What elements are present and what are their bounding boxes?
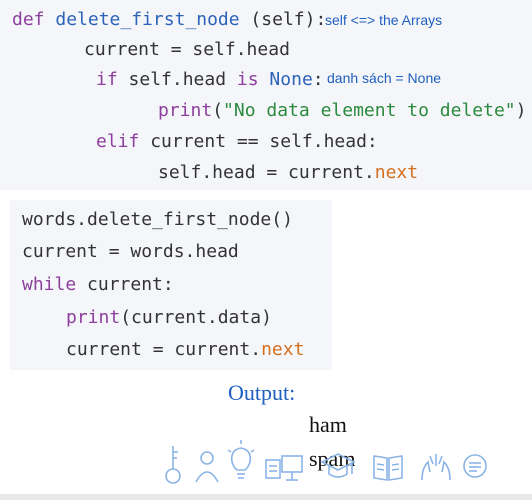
- code-line-call: words.delete_first_node(): [22, 209, 293, 230]
- person-icon: [195, 451, 219, 483]
- code-block-usage: words.delete_first_node() current = word…: [10, 200, 332, 370]
- chat-bubble-icon: [463, 454, 487, 478]
- keyword-is: is: [236, 69, 259, 90]
- code-text: self.head: [117, 69, 237, 90]
- code-text: (self):: [239, 9, 327, 30]
- builtin-print: print: [158, 100, 213, 121]
- code-text: (: [212, 100, 224, 121]
- keyword-if: if: [96, 69, 118, 90]
- string-literal: "No data element to delete": [223, 100, 516, 121]
- code-text: self.head = current.: [158, 162, 375, 183]
- output-line-ham: ham: [309, 412, 347, 437]
- code-text: current:: [76, 274, 174, 295]
- builtin-print: print: [66, 307, 121, 328]
- code-text: :: [312, 69, 324, 90]
- book-icon: [373, 455, 403, 481]
- keyword-elif: elif: [96, 131, 140, 152]
- attribute-next: next: [374, 162, 419, 183]
- hands-icon: [421, 454, 451, 481]
- key-icon: [165, 446, 181, 484]
- code-block-delete-method: def delete_first_node (self): self <=> t…: [0, 0, 532, 190]
- icon-strip: [150, 436, 490, 492]
- lightbulb-icon: [227, 440, 255, 479]
- code-line-current: current = self.head: [84, 39, 290, 60]
- code-text: current == self.head:: [139, 131, 378, 152]
- code-line-print: print(current.data): [66, 306, 272, 330]
- code-line-if: if self.head is None:: [96, 68, 324, 92]
- code-text: ): [515, 100, 527, 121]
- keyword-while: while: [22, 274, 77, 295]
- attribute-next: next: [261, 339, 305, 360]
- presentation-icon: [265, 455, 303, 481]
- code-text: (current.data): [120, 307, 272, 328]
- code-line-print: print("No data element to delete"): [158, 99, 526, 123]
- graduation-cap-icon: [320, 453, 356, 478]
- code-line-current: current = words.head: [22, 241, 239, 262]
- code-line-assign-head: self.head = current.next: [158, 161, 418, 185]
- bottom-divider: [0, 494, 532, 500]
- keyword-def: def: [12, 9, 45, 30]
- keyword-none: None: [258, 69, 313, 90]
- annotation-self: self <=> the Arrays: [325, 12, 443, 28]
- code-line-while: while current:: [22, 273, 174, 297]
- code-text: current = current.: [66, 339, 262, 360]
- annotation-none: danh sách = None: [327, 70, 442, 86]
- code-line-def: def delete_first_node (self):: [12, 8, 326, 32]
- code-line-elif: elif current == self.head:: [96, 130, 378, 154]
- code-line-advance: current = current.next: [66, 338, 304, 362]
- function-name: delete_first_node: [55, 9, 240, 30]
- output-label: Output:: [228, 380, 296, 405]
